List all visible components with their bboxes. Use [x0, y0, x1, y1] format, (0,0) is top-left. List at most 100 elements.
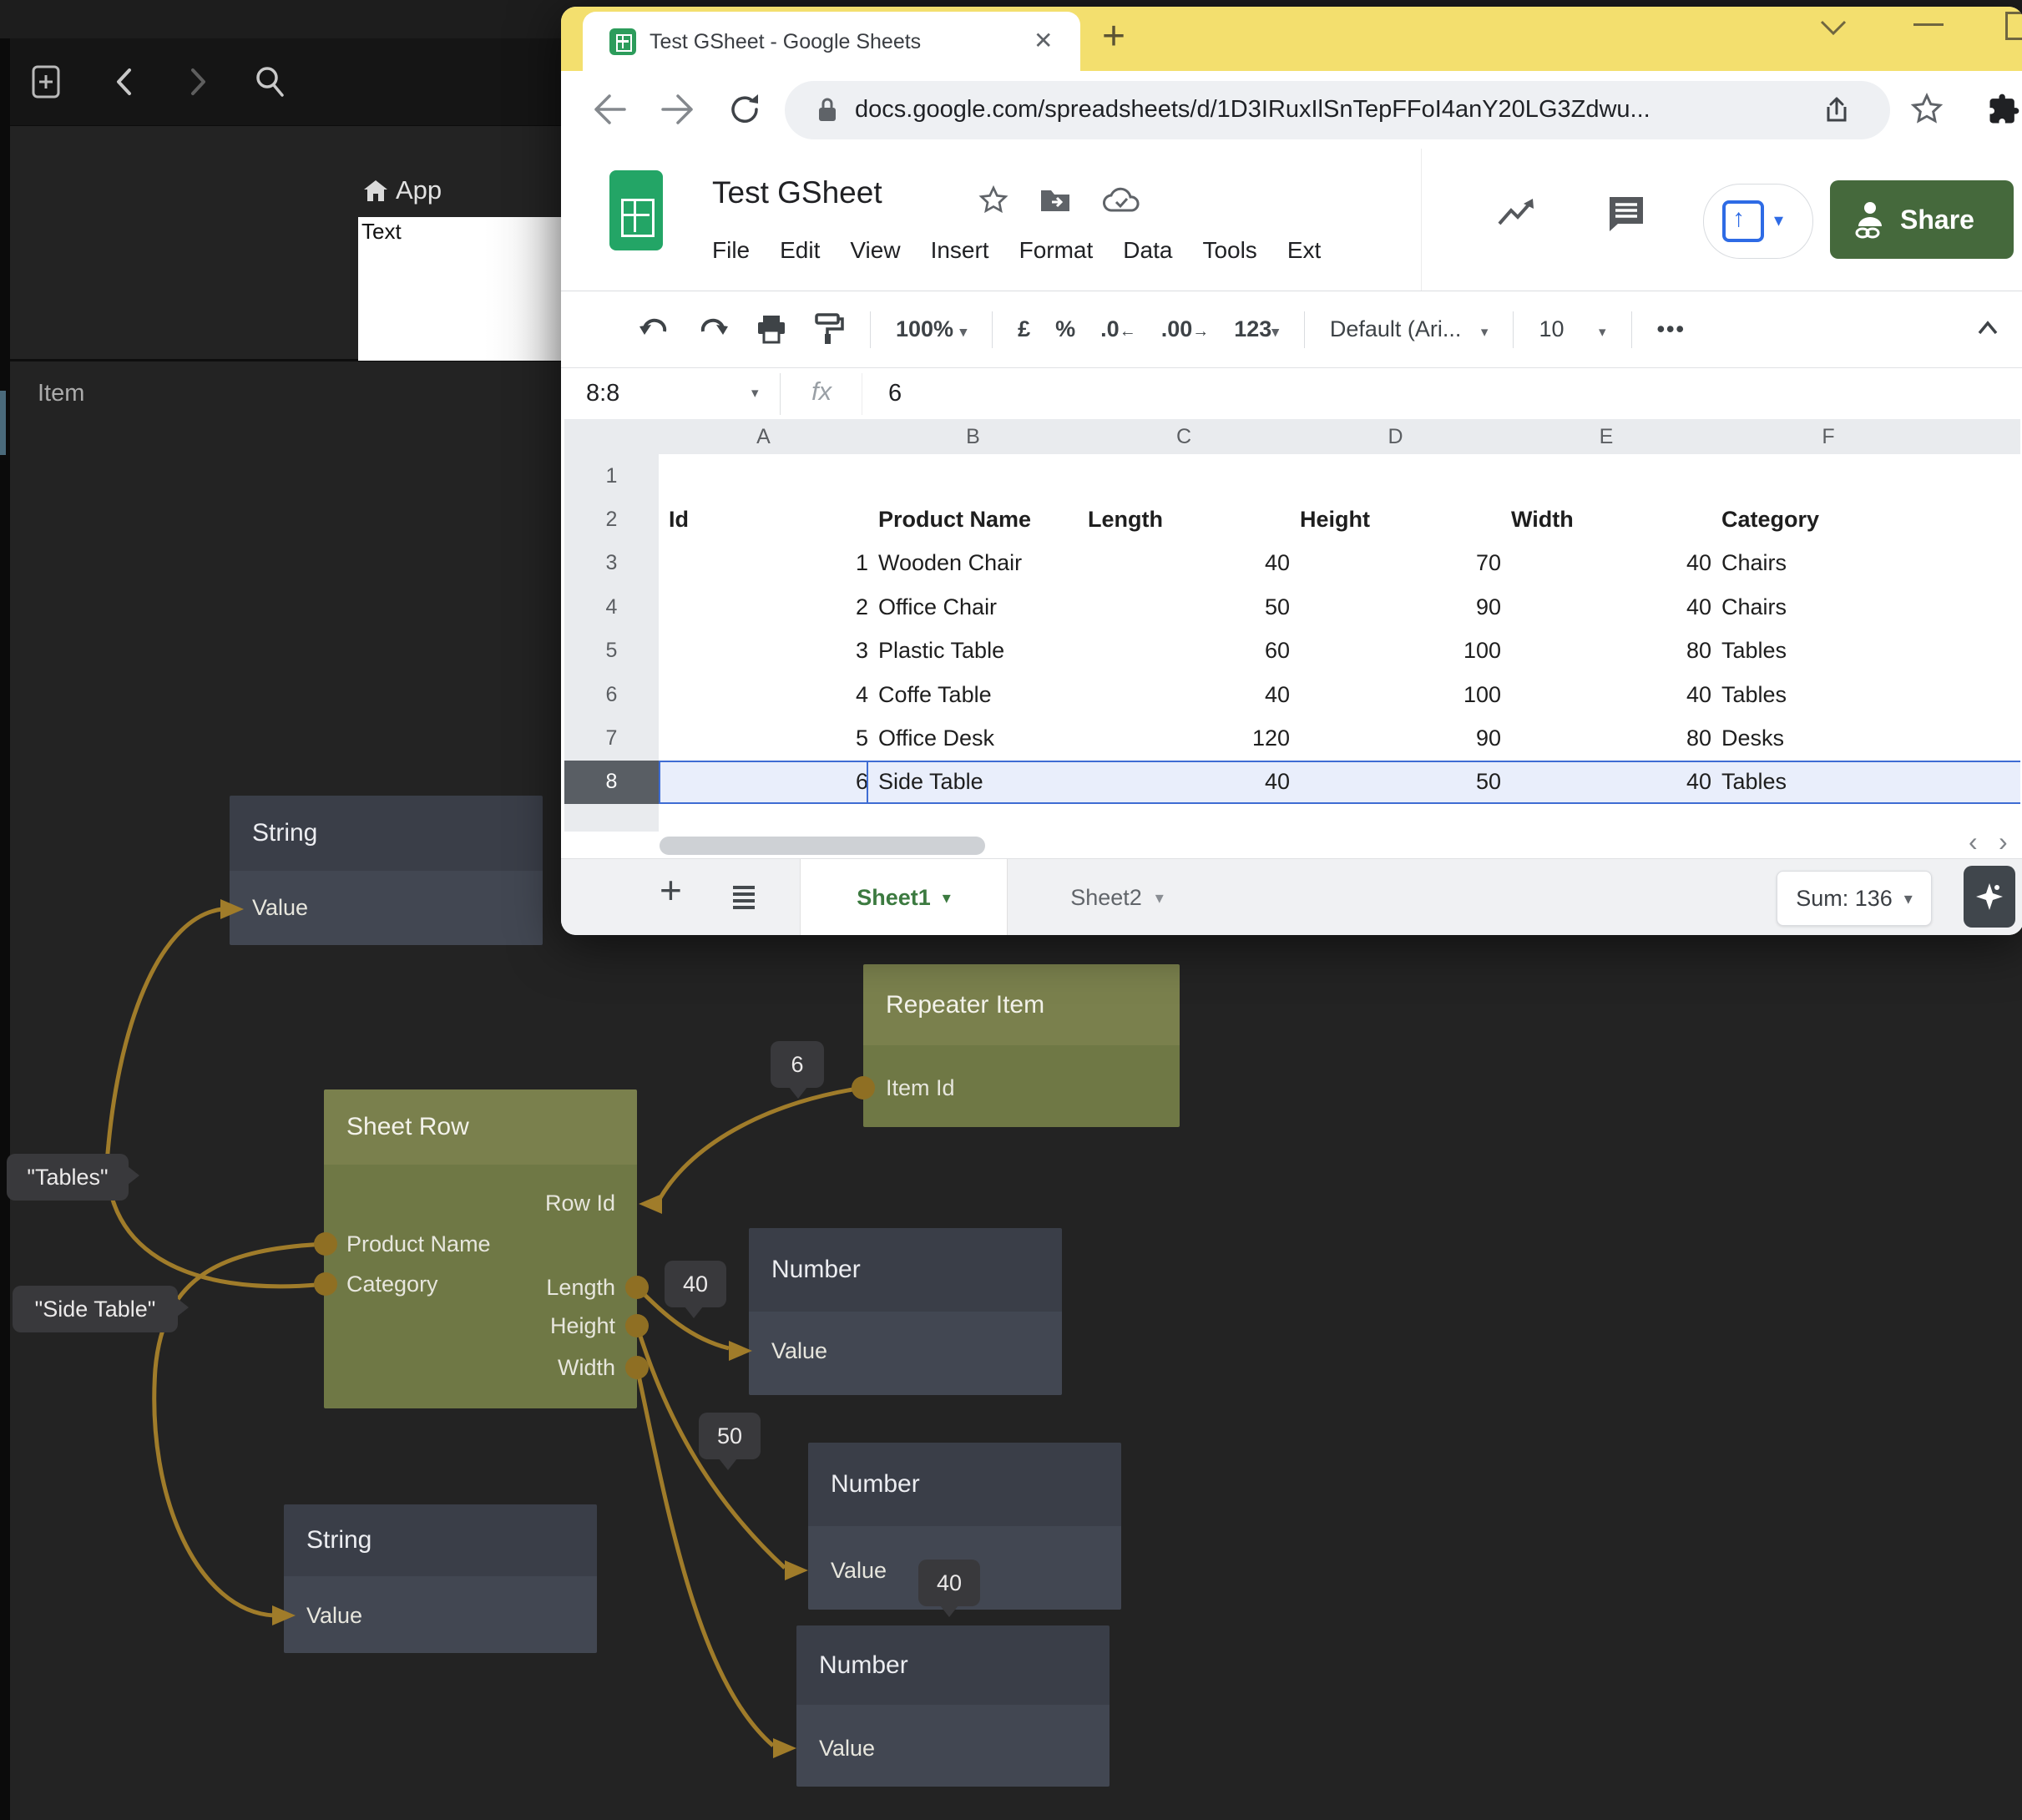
node-number-1[interactable]: Number Value	[749, 1228, 1062, 1395]
cell-A4[interactable]: 2	[659, 585, 879, 629]
star-doc-icon[interactable]	[977, 184, 1010, 217]
cell-B9[interactable]	[868, 804, 1089, 832]
port-value-input[interactable]: Value	[819, 1732, 875, 1764]
column-header-A[interactable]: A	[659, 419, 869, 455]
column-header-B[interactable]: B	[868, 419, 1079, 455]
cell-B1[interactable]	[868, 454, 1089, 498]
cell-D1[interactable]	[1290, 454, 1512, 498]
cell-B3[interactable]: Wooden Chair	[868, 542, 1089, 586]
url-bar[interactable]: docs.google.com/spreadsheets/d/1D3IRuxIl…	[785, 81, 1890, 139]
cell-F4[interactable]: Chairs	[1711, 585, 1956, 629]
cell-G6[interactable]	[1945, 673, 2020, 717]
cell-D7[interactable]: 90	[1290, 716, 1512, 761]
doc-title[interactable]: Test GSheet	[712, 175, 882, 210]
cell-A9[interactable]	[659, 804, 879, 832]
cell-C8[interactable]: 40	[1078, 761, 1301, 805]
present-button[interactable]: ↑ ▾	[1703, 184, 1813, 259]
nav-reload-icon[interactable]	[726, 91, 763, 128]
nav-forward-icon[interactable]	[660, 93, 696, 126]
hscroll-thumb[interactable]	[660, 837, 985, 855]
new-tab-icon[interactable]: +	[1102, 13, 1125, 59]
port-value-input[interactable]: Value	[771, 1335, 827, 1367]
menu-view[interactable]: View	[850, 237, 900, 264]
bookmark-star-icon[interactable]	[1908, 91, 1945, 128]
cell-G2[interactable]	[1945, 498, 2020, 542]
cell-D9[interactable]	[1290, 804, 1512, 832]
redo-icon[interactable]	[696, 315, 730, 345]
port-productname-output[interactable]: Product Name	[346, 1228, 491, 1260]
row-header-4[interactable]: 4	[564, 585, 660, 629]
explore-button[interactable]	[1964, 866, 2015, 928]
forward-icon[interactable]	[180, 65, 214, 99]
row-header-2[interactable]: 2	[564, 498, 660, 542]
cell-A6[interactable]: 4	[659, 673, 879, 717]
sheet-tab[interactable]: Sheet2 ▾	[1025, 859, 1209, 935]
port-value-input[interactable]: Value	[831, 1555, 887, 1586]
cell-E7[interactable]: 80	[1501, 716, 1722, 761]
row-header-6[interactable]: 6	[564, 673, 660, 717]
node-number-3[interactable]: Number Value	[796, 1625, 1110, 1787]
cell-C6[interactable]: 40	[1078, 673, 1301, 717]
undo-icon[interactable]	[638, 315, 671, 345]
cell-G5[interactable]	[1945, 629, 2020, 674]
cell-F6[interactable]: Tables	[1711, 673, 1956, 717]
browser-tab[interactable]: Test GSheet - Google Sheets ✕	[583, 12, 1080, 71]
port-value-input[interactable]: Value	[252, 892, 308, 923]
cell-F3[interactable]: Chairs	[1711, 542, 1956, 586]
cell-A2[interactable]: Id	[659, 498, 879, 542]
chevron-down-icon[interactable]	[1815, 15, 1852, 40]
cell-E8[interactable]: 40	[1501, 761, 1722, 805]
port-category-output[interactable]: Category	[346, 1268, 438, 1300]
cell-G7[interactable]	[1945, 716, 2020, 761]
port-itemid-output[interactable]: Item Id	[886, 1072, 955, 1104]
name-box-caret[interactable]: ▾	[751, 385, 759, 402]
name-box[interactable]: 8:8	[586, 380, 619, 407]
column-header-C[interactable]: C	[1078, 419, 1291, 455]
cell-D4[interactable]: 90	[1290, 585, 1512, 629]
cell-C5[interactable]: 60	[1078, 629, 1301, 674]
cell-D5[interactable]: 100	[1290, 629, 1512, 674]
cell-D3[interactable]: 70	[1290, 542, 1512, 586]
node-sheet-row[interactable]: Sheet Row Row Id Product Name Category L…	[324, 1089, 637, 1408]
row-header-5[interactable]: 5	[564, 629, 660, 674]
format-currency-button[interactable]: £	[1018, 316, 1030, 342]
item-list-entry[interactable]: Item	[38, 380, 84, 407]
cell-E4[interactable]: 40	[1501, 585, 1722, 629]
cell-F8[interactable]: Tables	[1711, 761, 1956, 805]
cell-B7[interactable]: Office Desk	[868, 716, 1089, 761]
number-format-button[interactable]: 123▾	[1234, 316, 1279, 342]
cell-F9[interactable]	[1711, 804, 1956, 832]
cell-B2[interactable]: Product Name	[868, 498, 1089, 542]
cell-D8[interactable]: 50	[1290, 761, 1512, 805]
move-folder-icon[interactable]	[1039, 185, 1072, 215]
cell-E3[interactable]: 40	[1501, 542, 1722, 586]
menu-file[interactable]: File	[712, 237, 750, 264]
sheets-logo[interactable]	[609, 170, 663, 250]
cell-C1[interactable]	[1078, 454, 1301, 498]
cell-C4[interactable]: 50	[1078, 585, 1301, 629]
port-rowid-input[interactable]: Row Id	[545, 1187, 615, 1219]
sheet-tab-active[interactable]: Sheet1 ▾	[800, 859, 1008, 935]
menu-tools[interactable]: Tools	[1202, 237, 1256, 264]
cell-G9[interactable]	[1945, 804, 2020, 832]
cell-G3[interactable]	[1945, 542, 2020, 586]
formula-input[interactable]: 6	[888, 380, 902, 407]
cell-A7[interactable]: 5	[659, 716, 879, 761]
cell-G8[interactable]	[1945, 761, 2020, 805]
cell-E9[interactable]	[1501, 804, 1722, 832]
node-repeater-item[interactable]: Repeater Item Item Id	[863, 964, 1180, 1127]
cell-E6[interactable]: 40	[1501, 673, 1722, 717]
cell-B8[interactable]: Side Table	[868, 761, 1089, 805]
node-string-1[interactable]: String Value	[230, 796, 543, 945]
cell-E2[interactable]: Width	[1501, 498, 1722, 542]
column-header-E[interactable]: E	[1501, 419, 1712, 455]
spreadsheet-grid[interactable]: ABCDEF12IdProduct NameLengthHeightWidthC…	[564, 419, 2020, 832]
sum-badge[interactable]: Sum: 136 ▾	[1777, 871, 1932, 926]
menu-format[interactable]: Format	[1019, 237, 1094, 264]
font-select[interactable]: Default (Ari... ▾	[1330, 316, 1489, 342]
decrease-decimals-button[interactable]: .0←	[1100, 316, 1136, 342]
cell-B5[interactable]: Plastic Table	[868, 629, 1089, 674]
cell-F7[interactable]: Desks	[1711, 716, 1956, 761]
cell-C7[interactable]: 120	[1078, 716, 1301, 761]
cloud-saved-icon[interactable]	[1102, 185, 1140, 215]
